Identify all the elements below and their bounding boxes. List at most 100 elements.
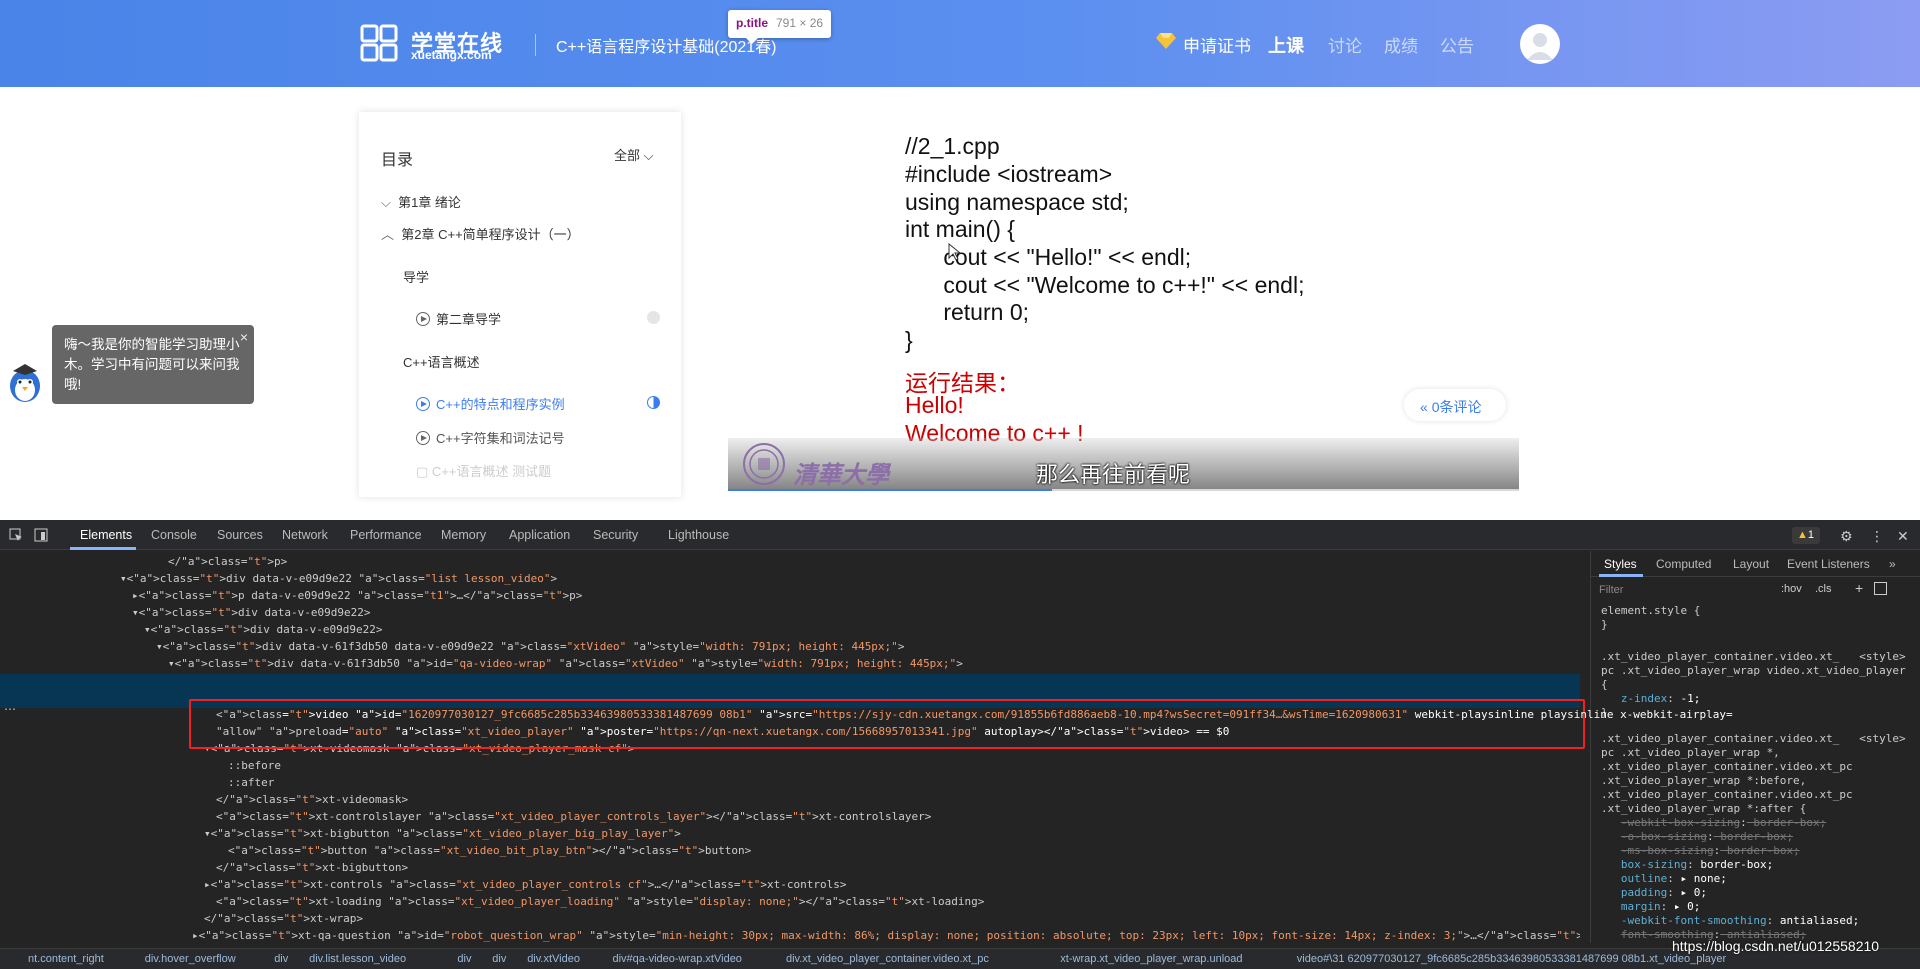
dom-node-line[interactable]: </"a">class="t">xt-wrap> bbox=[204, 910, 363, 927]
style-rule-line[interactable]: outline: ▸ none; bbox=[1601, 872, 1727, 885]
dom-node-line[interactable]: </"a">class="t">p> bbox=[168, 553, 287, 570]
tab-performance[interactable]: Performance bbox=[350, 528, 422, 542]
close-icon[interactable]: × bbox=[240, 327, 248, 347]
warnings-badge[interactable]: ▲1 bbox=[1792, 527, 1820, 544]
dom-node-line[interactable]: ::after bbox=[228, 774, 274, 791]
inspect-element-icon[interactable] bbox=[9, 528, 23, 542]
warning-icon: ▲ bbox=[1797, 529, 1808, 541]
tab-elements[interactable]: Elements bbox=[80, 528, 132, 542]
tab-styles[interactable]: Styles bbox=[1604, 557, 1637, 571]
add-rule-icon[interactable]: + bbox=[1855, 580, 1863, 596]
more-vertical-icon[interactable]: ⋮ bbox=[1870, 528, 1884, 545]
video-player[interactable]: //2_1.cpp #include <iostream> using name… bbox=[728, 115, 1519, 490]
breadcrumb-item[interactable]: div.xt_video_player_container.video.xt_p… bbox=[786, 953, 989, 965]
dom-node-line[interactable]: ▸<"a">class="t">p data-v-e09d9e22 "a">cl… bbox=[132, 587, 582, 604]
style-rule-line[interactable]: .xt_video_player_container.video.xt_ <st… bbox=[1601, 732, 1906, 745]
tab-security[interactable]: Security bbox=[593, 528, 638, 542]
style-rule-line[interactable]: -o-box-sizing: border-box; bbox=[1601, 830, 1793, 843]
dom-node-line[interactable]: ▾<"a">class="t">div data-v-61f3db50 "a">… bbox=[168, 655, 963, 672]
assistant-mascot-icon[interactable] bbox=[6, 362, 44, 404]
style-rule-line[interactable]: box-sizing: border-box; bbox=[1601, 858, 1773, 871]
style-rule-line[interactable]: .xt_video_player_container.video.xt_pc bbox=[1601, 760, 1853, 773]
style-rule-line[interactable]: element.style { bbox=[1601, 604, 1700, 617]
chapter-2[interactable]: ︿ 第2章 C++简单程序设计（一） bbox=[381, 224, 580, 243]
gear-icon[interactable]: ⚙ bbox=[1840, 528, 1853, 545]
video-progress-bar[interactable] bbox=[728, 489, 1519, 491]
user-avatar[interactable] bbox=[1520, 24, 1560, 64]
close-icon[interactable]: ✕ bbox=[1897, 528, 1909, 545]
breadcrumb-item[interactable]: div.xtVideo bbox=[527, 953, 580, 965]
lesson-features[interactable]: C++的特点和程序实例 bbox=[416, 394, 565, 413]
nav-discuss[interactable]: 讨论 bbox=[1328, 32, 1362, 57]
devtools-tabbar: Elements Console Sources Network Perform… bbox=[0, 520, 1920, 550]
code-line: #include <iostream> bbox=[905, 161, 1113, 187]
xuetangx-logo-icon[interactable] bbox=[360, 24, 398, 62]
dom-node-line[interactable]: ▸<"a">class="t">xt-qa-question "a">id="r… bbox=[192, 927, 1580, 943]
tab-event-listeners[interactable]: Event Listeners bbox=[1787, 557, 1870, 571]
style-rule-line[interactable]: .xt_video_player_wrap *:before, bbox=[1601, 774, 1806, 787]
lesson-charset[interactable]: C++字符集和词法记号 bbox=[416, 428, 565, 447]
style-rule-line[interactable]: pc .xt_video_player_wrap video.xt_video_… bbox=[1601, 664, 1906, 677]
breadcrumb-item[interactable]: div.list.lesson_video bbox=[309, 953, 406, 965]
dom-node-line[interactable]: ▾<"a">class="t">div data-v-e09d9e22> bbox=[144, 621, 382, 638]
dom-node-line[interactable]: ::before bbox=[228, 757, 281, 774]
toggle-sidebar-icon[interactable] bbox=[1874, 582, 1887, 595]
dom-node-line[interactable]: <"a">class="t">xt-loading "a">class="xt_… bbox=[216, 893, 984, 910]
tab-console[interactable]: Console bbox=[151, 528, 197, 542]
style-rule-line[interactable]: { bbox=[1601, 678, 1608, 691]
tab-memory[interactable]: Memory bbox=[441, 528, 486, 542]
nav-grades[interactable]: 成绩 bbox=[1384, 32, 1418, 57]
breadcrumb-item[interactable]: xt-wrap.xt_video_player_wrap.unload bbox=[1060, 953, 1242, 965]
breadcrumb-item[interactable]: div bbox=[492, 953, 506, 965]
dom-node-line[interactable]: ▸<"a">class="t">xt-controls "a">class="x… bbox=[204, 876, 846, 893]
dom-node-line[interactable]: <"a">class="t">button "a">class="xt_vide… bbox=[228, 842, 751, 859]
dom-node-line[interactable]: ▾<"a">class="t">div data-v-e09d9e22> bbox=[132, 604, 370, 621]
double-chevron-right-icon[interactable]: » bbox=[1889, 557, 1896, 571]
dom-node-line[interactable]: <"a">class="t">xt-controlslayer "a">clas… bbox=[216, 808, 931, 825]
style-rule-line[interactable]: } bbox=[1601, 618, 1608, 631]
chapter-1[interactable]: ⌵ 第1章 绪论 bbox=[381, 192, 461, 211]
tab-layout[interactable]: Layout bbox=[1733, 557, 1769, 571]
style-rule-line[interactable]: .xt_video_player_container.video.xt_ <st… bbox=[1601, 650, 1906, 663]
breadcrumb-item[interactable]: video#\31 620977030127_9fc6685c285b33463… bbox=[1297, 953, 1726, 965]
style-rule-line[interactable]: pc .xt_video_player_wrap *, bbox=[1601, 746, 1780, 759]
lesson-guide[interactable]: 第二章导学 bbox=[416, 309, 501, 328]
lesson-guide-label: 第二章导学 bbox=[436, 312, 502, 327]
dom-node-line[interactable]: </"a">class="t">xt-bigbutton> bbox=[216, 859, 408, 876]
style-rule-line[interactable]: margin: ▸ 0; bbox=[1601, 900, 1701, 913]
breadcrumb-item[interactable]: div bbox=[457, 953, 471, 965]
breadcrumb-item[interactable]: div bbox=[274, 953, 288, 965]
style-rule-line[interactable]: .xt_video_player_wrap *:after { bbox=[1601, 802, 1806, 815]
tab-computed[interactable]: Computed bbox=[1656, 557, 1711, 571]
style-rule-line[interactable]: padding: ▸ 0; bbox=[1601, 886, 1707, 899]
dom-node-line[interactable]: ▾<"a">class="t">div data-v-e09d9e22 "a">… bbox=[120, 570, 557, 587]
cls-toggle[interactable]: .cls bbox=[1815, 583, 1832, 595]
nav-class[interactable]: 上课 bbox=[1268, 32, 1304, 58]
comments-button[interactable]: « 0条评论 bbox=[1404, 389, 1506, 421]
style-rule-line[interactable]: -webkit-box-sizing: border-box; bbox=[1601, 816, 1826, 829]
tab-application[interactable]: Application bbox=[509, 528, 570, 542]
dom-node-line[interactable]: ▾<"a">class="t">xt-bigbutton "a">class="… bbox=[204, 825, 681, 842]
tab-network[interactable]: Network bbox=[282, 528, 328, 542]
dom-node-line[interactable]: <"a">class="t">video "a">id="16209770301… bbox=[216, 706, 1733, 723]
dom-node-line[interactable]: "allow" "a">preload="auto" "a">class="xt… bbox=[216, 723, 1229, 740]
dom-node-line[interactable]: </"a">class="t">xt-videomask> bbox=[216, 791, 408, 808]
tab-lighthouse[interactable]: Lighthouse bbox=[668, 528, 729, 542]
node-menu-icon[interactable]: ⋯ bbox=[4, 702, 16, 716]
style-rule-line[interactable]: z-index: -1; bbox=[1601, 692, 1700, 705]
lesson-quiz[interactable]: ▢ C++语言概述 测试题 bbox=[416, 461, 551, 480]
device-toolbar-icon[interactable] bbox=[34, 528, 48, 542]
style-rule-line[interactable]: -ms-box-sizing: border-box; bbox=[1601, 844, 1800, 857]
catalog-filter[interactable]: 全部 ⌵ bbox=[614, 145, 654, 164]
style-rule-line[interactable]: -webkit-font-smoothing: antialiased; bbox=[1601, 914, 1859, 927]
nav-notice[interactable]: 公告 bbox=[1440, 32, 1474, 57]
nav-certificate[interactable]: 申请证书 bbox=[1183, 32, 1251, 57]
styles-filter-input[interactable]: Filter bbox=[1599, 584, 1623, 596]
tab-sources[interactable]: Sources bbox=[217, 528, 263, 542]
hov-toggle[interactable]: :hov bbox=[1781, 583, 1802, 595]
dom-node-line[interactable]: ▾<"a">class="t">div data-v-61f3db50 data… bbox=[156, 638, 904, 655]
breadcrumb-item[interactable]: div#qa-video-wrap.xtVideo bbox=[613, 953, 742, 965]
style-rule-line[interactable]: .xt_video_player_container.video.xt_pc bbox=[1601, 788, 1853, 801]
breadcrumb-item[interactable]: div.hover_overflow bbox=[145, 953, 236, 965]
breadcrumb-item[interactable]: nt.content_right bbox=[28, 953, 104, 965]
